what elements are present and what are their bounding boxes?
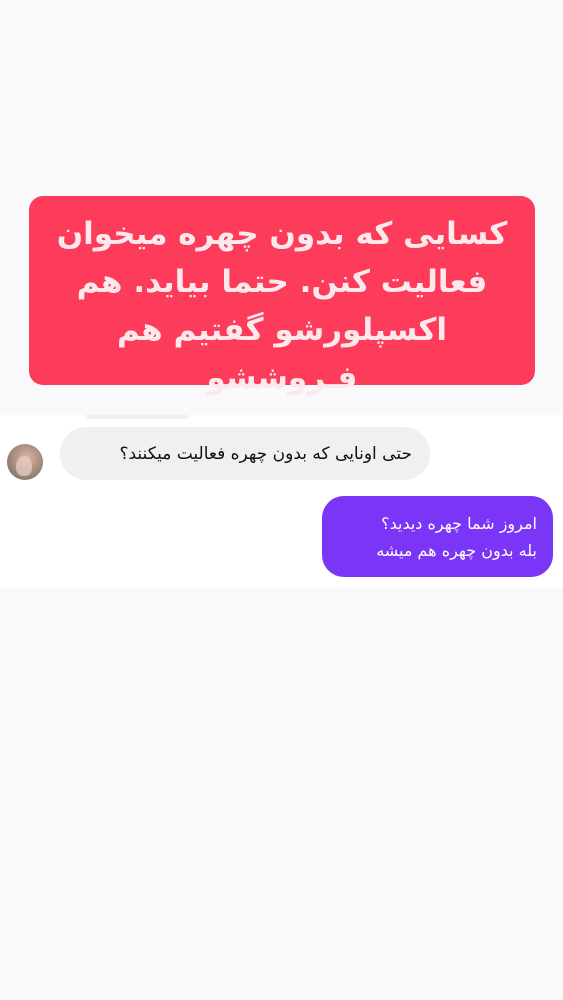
- outgoing-message-line-2: بله بدون چهره هم میشه: [376, 540, 537, 560]
- incoming-message-text: حتی اونایی که بدون چهره فعالیت میکنند؟: [119, 443, 412, 464]
- outgoing-message-bubble[interactable]: امروز شما چهره دیدید؟ بله بدون چهره هم م…: [322, 496, 553, 577]
- previous-message-edge: [86, 415, 190, 419]
- incoming-message-bubble[interactable]: حتی اونایی که بدون چهره فعالیت میکنند؟: [60, 427, 430, 480]
- banner-line-1: کسایی که بدون چهره میخوان: [56, 216, 508, 252]
- promo-banner: کسایی که بدون چهره میخوان فعالیت کنن. حت…: [29, 196, 535, 396]
- banner-line-2: فعالیت کنن. حتما بیاید. هم: [76, 264, 488, 300]
- bottom-area: [0, 587, 563, 1000]
- outgoing-message-line-1: امروز شما چهره دیدید؟: [381, 513, 537, 533]
- avatar[interactable]: [7, 444, 43, 480]
- chat-thread: حتی اونایی که بدون چهره فعالیت میکنند؟ ا…: [0, 415, 563, 587]
- banner-line-3: اکسپلورشو گفتیم هم فـروششو: [116, 312, 448, 396]
